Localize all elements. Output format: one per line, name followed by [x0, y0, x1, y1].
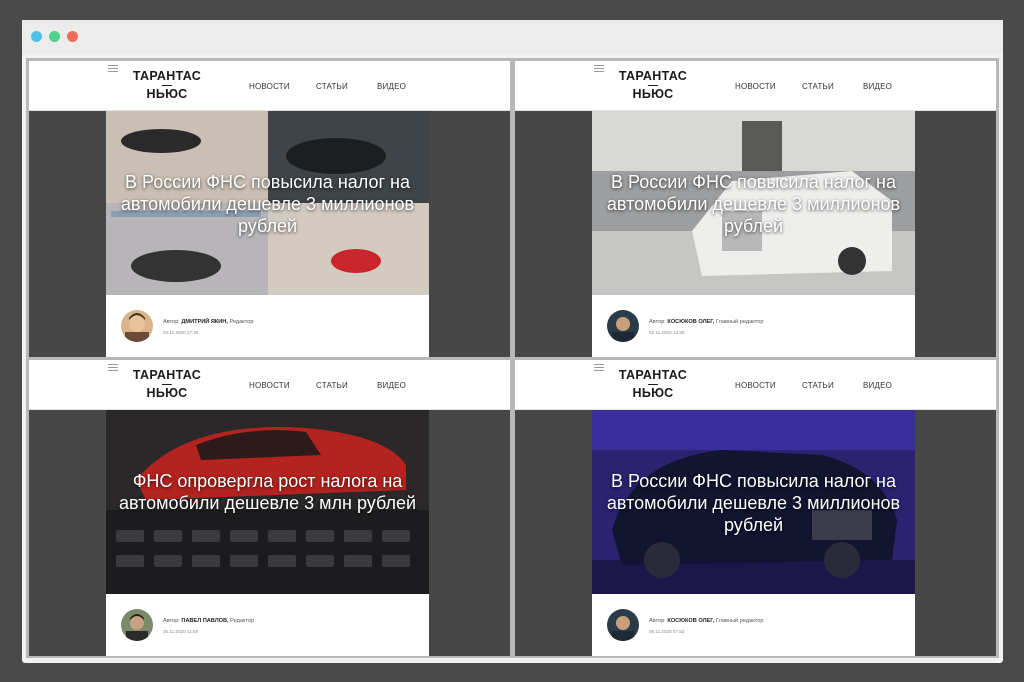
author-avatar[interactable] — [607, 310, 639, 342]
nav-video[interactable]: ВИДЕО — [863, 381, 892, 390]
article-footer: Автор: КОСЮКОВ ОЛЕГ, Главный редактор 02… — [592, 295, 915, 357]
article-date: 26.11.2020 11:58 — [163, 629, 199, 634]
article-image[interactable]: В России ФНС повысила налог на автомобил… — [592, 111, 915, 295]
article-date: 02.11.2020 13:35 — [649, 330, 685, 335]
article-footer: Автор: ПАВЕЛ ПАВЛОВ, Редактор 26.11.2020… — [106, 594, 429, 656]
nav-articles[interactable]: СТАТЬИ — [802, 381, 834, 390]
article-headline[interactable]: В России ФНС повысила налог на автомобил… — [592, 470, 915, 536]
nav-articles[interactable]: СТАТЬИ — [316, 82, 348, 91]
article-date: 02.11.2020 17:45 — [163, 330, 199, 335]
browser-viewport: ТАРАНТАС — НЬЮС НОВОСТИ СТАТЬИ ВИДЕО В Р… — [26, 58, 999, 658]
author-avatar[interactable] — [121, 609, 153, 641]
site-header: ТАРАНТАС — НЬЮС НОВОСТИ СТАТЬИ ВИДЕО — [515, 61, 996, 111]
nav-news[interactable]: НОВОСТИ — [249, 82, 290, 91]
nav-articles[interactable]: СТАТЬИ — [802, 82, 834, 91]
hamburger-menu-icon[interactable] — [108, 65, 118, 72]
site-logo[interactable]: ТАРАНТАС — НЬЮС — [611, 70, 695, 101]
hamburger-menu-icon[interactable] — [594, 364, 604, 371]
site-logo[interactable]: ТАРАНТАС — НЬЮС — [611, 369, 695, 400]
author-avatar[interactable] — [607, 609, 639, 641]
browser-titlebar — [22, 20, 1003, 54]
article-headline[interactable]: ФНС опровергла рост налога на автомобили… — [106, 470, 429, 514]
window-dot-green[interactable] — [49, 31, 60, 42]
article-image[interactable]: В России ФНС повысила налог на автомобил… — [592, 410, 915, 594]
article-date: 05.11.2020 07:53 — [649, 629, 685, 634]
nav-articles[interactable]: СТАТЬИ — [316, 381, 348, 390]
nav-video[interactable]: ВИДЕО — [863, 82, 892, 91]
article-footer: Автор: КОСЮКОВ ОЛЕГ, Главный редактор 05… — [592, 594, 915, 656]
site-header: ТАРАНТАС — НЬЮС НОВОСТИ СТАТЬИ ВИДЕО — [29, 61, 510, 111]
site-logo[interactable]: ТАРАНТАС — НЬЮС — [125, 369, 209, 400]
article-author: Автор: КОСЮКОВ ОЛЕГ, Главный редактор — [649, 618, 764, 624]
site-header: ТАРАНТАС — НЬЮС НОВОСТИ СТАТЬИ ВИДЕО — [29, 360, 510, 410]
article-image[interactable]: ФНС опровергла рост налога на автомобили… — [106, 410, 429, 594]
article-image[interactable]: В России ФНС повысила налог на автомобил… — [106, 111, 429, 295]
mockup-panel: ТАРАНТАС — НЬЮС НОВОСТИ СТАТЬИ ВИДЕО — [29, 61, 510, 357]
hamburger-menu-icon[interactable] — [594, 65, 604, 72]
article-headline[interactable]: В России ФНС повысила налог на автомобил… — [592, 171, 915, 237]
window-dot-blue[interactable] — [31, 31, 42, 42]
nav-video[interactable]: ВИДЕО — [377, 381, 406, 390]
mockup-panel: ТАРАНТАС — НЬЮС НОВОСТИ СТАТЬИ ВИДЕО — [515, 360, 996, 656]
nav-news[interactable]: НОВОСТИ — [249, 381, 290, 390]
nav-video[interactable]: ВИДЕО — [377, 82, 406, 91]
window-dot-red[interactable] — [67, 31, 78, 42]
article-author: Автор: КОСЮКОВ ОЛЕГ, Главный редактор — [649, 319, 764, 325]
author-avatar[interactable] — [121, 310, 153, 342]
article-author: Автор: ПАВЕЛ ПАВЛОВ, Редактор — [163, 618, 255, 624]
article-author: Автор: ДМИТРИЙ ЯКИН, Редактор — [163, 319, 254, 325]
mockup-panel: ТАРАНТАС — НЬЮС НОВОСТИ СТАТЬИ ВИДЕО — [515, 61, 996, 357]
site-logo[interactable]: ТАРАНТАС — НЬЮС — [125, 70, 209, 101]
browser-window: ТАРАНТАС — НЬЮС НОВОСТИ СТАТЬИ ВИДЕО В Р… — [22, 20, 1003, 663]
hamburger-menu-icon[interactable] — [108, 364, 118, 371]
article-footer: Автор: ДМИТРИЙ ЯКИН, Редактор 02.11.2020… — [106, 295, 429, 357]
nav-news[interactable]: НОВОСТИ — [735, 82, 776, 91]
nav-news[interactable]: НОВОСТИ — [735, 381, 776, 390]
site-header: ТАРАНТАС — НЬЮС НОВОСТИ СТАТЬИ ВИДЕО — [515, 360, 996, 410]
article-headline[interactable]: В России ФНС повысила налог на автомобил… — [106, 171, 429, 237]
mockup-panel: ТАРАНТАС — НЬЮС НОВОСТИ СТАТЬИ ВИДЕО — [29, 360, 510, 656]
